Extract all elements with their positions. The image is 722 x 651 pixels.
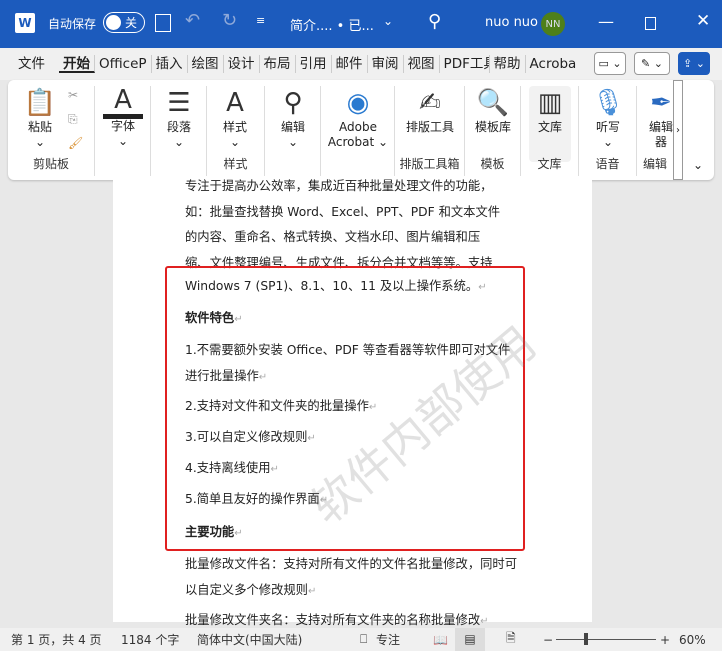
web-layout-icon[interactable]: 🗎 [506, 629, 516, 650]
page-count[interactable]: 第 1 页，共 4 页 [11, 631, 102, 648]
styles-button[interactable]: A 样式 ⌄ [215, 86, 255, 150]
styles-icon: A [226, 88, 244, 118]
tab-review[interactable]: 审阅 [368, 55, 404, 73]
tab-references[interactable]: 引用 [296, 55, 332, 73]
layout-tool-button[interactable]: ✍ 排版工具 [399, 86, 461, 135]
word-count[interactable]: 1184 个字 [121, 631, 179, 648]
zoom-slider-thumb[interactable] [584, 633, 588, 645]
undo-icon[interactable]: ↶ [185, 10, 200, 31]
zoom-level[interactable]: 60% [679, 633, 706, 647]
language[interactable]: 简体中文(中国大陆) [197, 631, 302, 648]
format-painter-icon[interactable]: 🖌 [68, 136, 83, 150]
library-icon: ▥ [537, 88, 563, 118]
tab-draw[interactable]: 绘图 [188, 55, 224, 73]
ribbon: 📋 粘贴 ⌄ ✂ ⎘ 🖌 剪贴板 A 字体 ⌄ ☰ 段落 ⌄ A 样式 ⌄ 样式 ⚲ 编辑 ⌄ ◉ Ad… [8, 80, 714, 180]
dictate-button[interactable]: 🎙 听写 ⌄ [587, 86, 629, 150]
document-page[interactable]: 专注于提高办公效率，集成近百种批量处理文件的功能， 如：批量查找替换 Word、… [113, 179, 592, 627]
tab-acrobat[interactable]: Acroba [526, 55, 581, 73]
paste-icon: 📋 [23, 88, 57, 118]
template-group-label: 模板 [480, 157, 505, 171]
ribbon-scroll-right[interactable]: › [673, 80, 683, 180]
tab-officep[interactable]: OfficeP [95, 55, 152, 73]
focus-label[interactable]: 专注 [376, 631, 400, 648]
clipboard-group-label: 剪贴板 [32, 157, 69, 171]
tab-pdf-tools[interactable]: PDF工具 [440, 55, 490, 73]
adobe-acrobat-icon: ◉ [346, 88, 370, 118]
styles-group-label: 样式 [223, 157, 248, 171]
clipboard-group: 📋 粘贴 ⌄ ✂ ⎘ 🖌 剪贴板 [8, 86, 95, 176]
minimize-icon[interactable]: — [598, 12, 614, 31]
find-icon: ⚲ [283, 88, 303, 118]
tab-help[interactable]: 帮助 [490, 55, 526, 73]
edit-button[interactable]: ⚲ 编辑 ⌄ [273, 86, 313, 150]
tab-home[interactable]: 开始 [59, 55, 95, 73]
library-group-label: 文库 [537, 157, 562, 171]
user-name[interactable]: nuo nuo [485, 15, 538, 30]
template-library-button[interactable]: 🔍 模板库 [469, 86, 517, 135]
redo-icon[interactable]: ↻ [222, 10, 237, 31]
adobe-acrobat-button[interactable]: ◉ Adobe Acrobat ⌄ [325, 86, 391, 150]
editor-icon: ✒ [650, 88, 672, 118]
focus-icon[interactable]: ⎕ [360, 632, 367, 647]
autosave-toggle[interactable]: 关 [103, 12, 145, 33]
template-icon: 🔍 [476, 88, 510, 118]
library-button[interactable]: ▥ 文库 [529, 86, 571, 162]
save-icon[interactable] [155, 14, 171, 32]
zoom-slider[interactable] [556, 639, 656, 640]
share-button[interactable]: ⇪ ⌄ [678, 52, 710, 75]
tab-insert[interactable]: 插入 [152, 55, 188, 73]
ribbon-collapse-icon[interactable]: ⌄ [693, 158, 703, 172]
chevron-down-icon[interactable]: ⌄ [383, 14, 393, 28]
font-button[interactable]: A 字体 ⌄ [103, 86, 143, 149]
print-layout-icon[interactable]: ▤ [455, 628, 485, 651]
voice-group-label: 语音 [595, 157, 620, 171]
font-icon: A [103, 86, 143, 119]
tab-layout[interactable]: 布局 [260, 55, 296, 73]
paste-button[interactable]: 📋 粘贴 ⌄ [20, 86, 60, 150]
main-feature-item: 批量修改文件夹名：支持对所有文件夹的名称批量修改 [185, 613, 481, 627]
editor-button[interactable]: ✒ 编辑器 [641, 86, 673, 150]
zoom-in-icon[interactable]: + [660, 633, 670, 647]
status-bar: 第 1 页，共 4 页 1184 个字 简体中文(中国大陆) ⎕ 专注 📖 ▤ … [0, 628, 722, 651]
layout-group-label: 排版工具箱 [399, 157, 460, 171]
layout-tool-icon: ✍ [419, 88, 441, 118]
read-mode-icon[interactable]: 📖 [433, 633, 448, 647]
highlight-box [165, 266, 525, 551]
zoom-out-icon[interactable]: − [543, 633, 553, 647]
copy-icon[interactable]: ⎘ [68, 112, 78, 127]
paragraph-button[interactable]: ☰ 段落 ⌄ [159, 86, 199, 150]
main-feature-item: 批量修改文件名：支持对所有文件的文件名批量修改，同时可以自定义多个修改规则 [185, 557, 518, 597]
close-icon[interactable]: ✕ [696, 11, 710, 31]
word-icon: W [15, 13, 35, 33]
autosave-label: 自动保存 [48, 17, 97, 31]
tab-view[interactable]: 视图 [404, 55, 440, 73]
microphone-icon: 🎙 [591, 88, 625, 118]
editing-mode-button[interactable]: ✎ ⌄ [634, 52, 670, 75]
tab-design[interactable]: 设计 [224, 55, 260, 73]
search-icon[interactable]: ⚲ [428, 11, 441, 32]
avatar[interactable]: NN [541, 12, 565, 36]
customize-qat-icon[interactable]: ≡ [256, 14, 265, 27]
paragraph-icon: ☰ [167, 88, 191, 118]
editor-group-label: 编辑 [642, 157, 667, 171]
cut-icon[interactable]: ✂ [68, 88, 78, 102]
comments-button[interactable]: ▭ ⌄ [594, 52, 626, 75]
title-bar: W 自动保存 关 ↶ ↻ ≡ 简介.... • 已... ⌄ ⚲ nuo nuo… [0, 0, 722, 48]
tab-mailings[interactable]: 邮件 [332, 55, 368, 73]
document-title[interactable]: 简介.... • 已... [290, 15, 374, 34]
tab-file[interactable]: 文件 [14, 55, 49, 73]
maximize-icon[interactable] [645, 17, 656, 30]
